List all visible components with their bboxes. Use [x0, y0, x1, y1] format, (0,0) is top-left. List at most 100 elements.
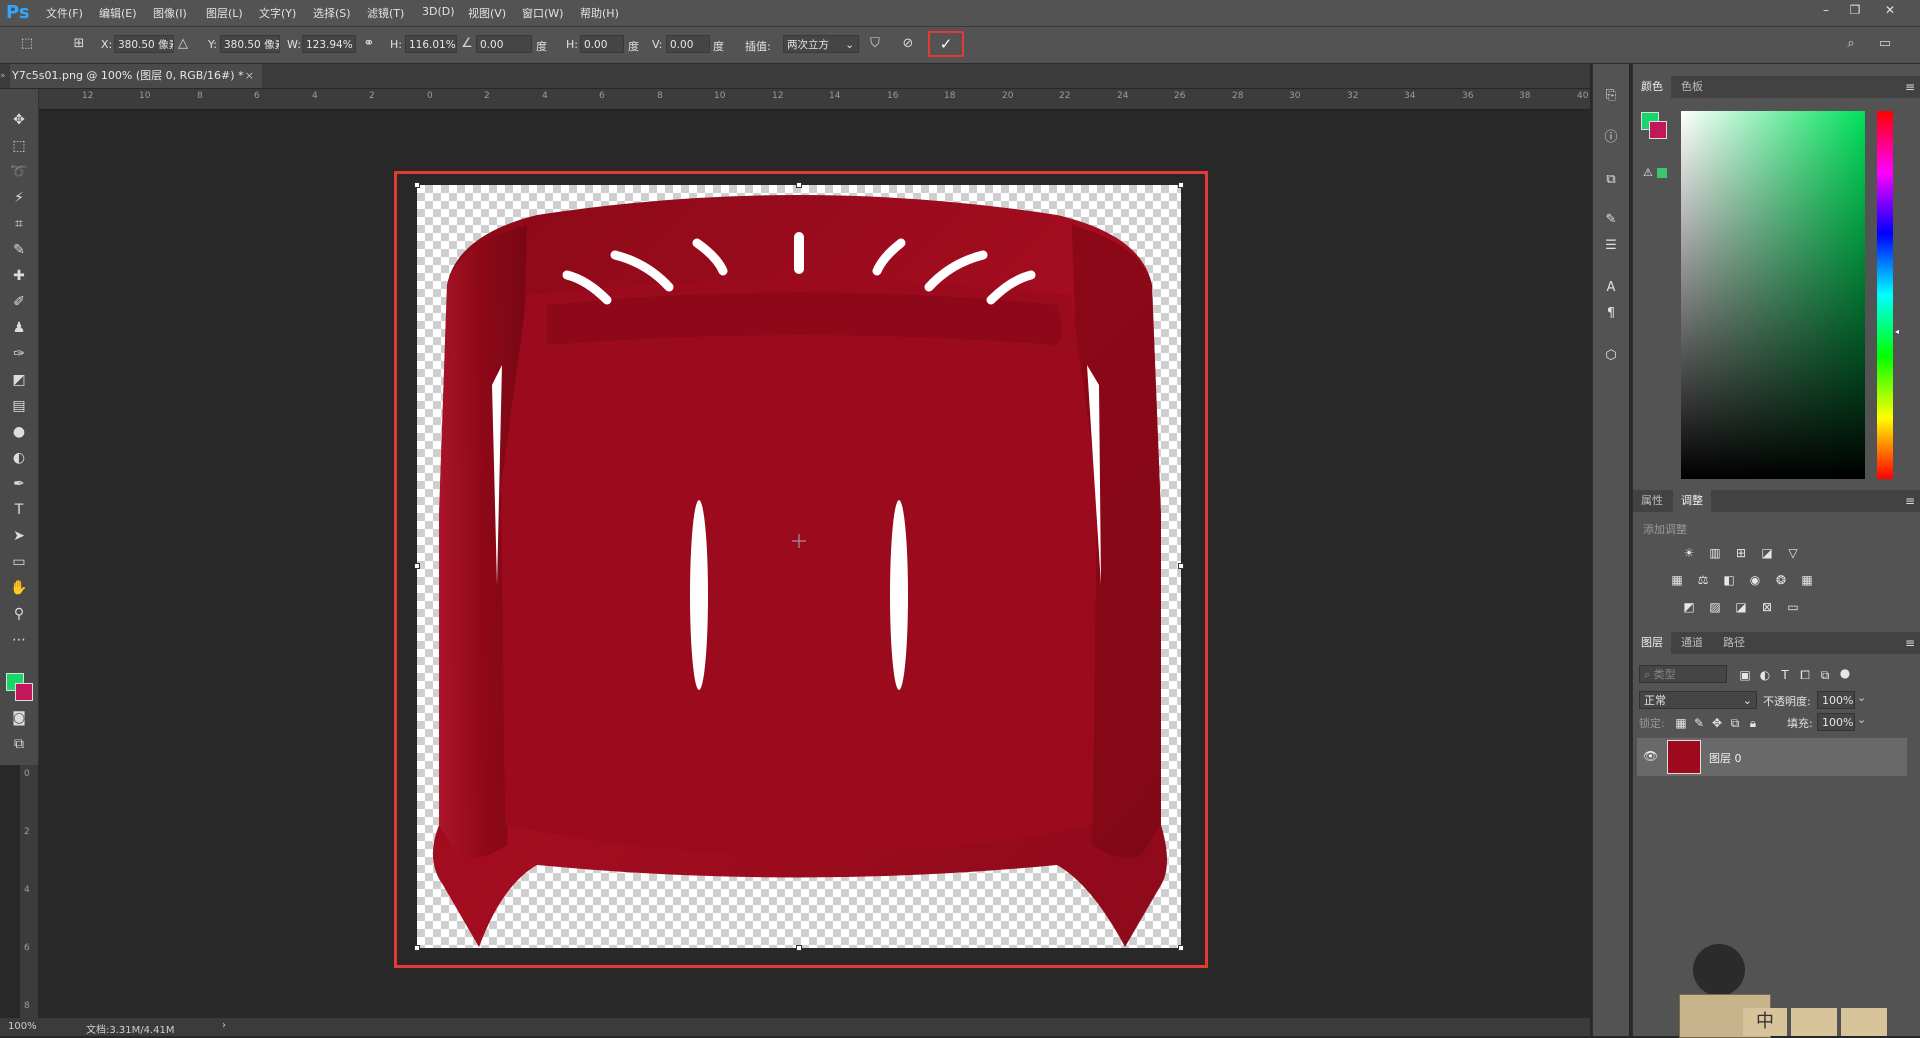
screen-mode-icon[interactable]: ⧉: [8, 733, 30, 755]
menu-file[interactable]: 文件(F): [46, 5, 83, 21]
status-menu-icon[interactable]: ›: [222, 1020, 226, 1031]
hand-tool-icon[interactable]: ✋: [8, 577, 30, 599]
menu-image[interactable]: 图像(I): [153, 5, 187, 21]
transform-handle-top-left[interactable]: [414, 182, 420, 188]
tab-channels[interactable]: 通道: [1673, 632, 1711, 654]
pen-tool-icon[interactable]: ✒: [8, 473, 30, 495]
blend-mode-select[interactable]: 正常 ⌄: [1639, 691, 1757, 709]
photo-filter-icon[interactable]: ◉: [1747, 573, 1763, 587]
layers-panel-menu-icon[interactable]: ≡: [1905, 636, 1915, 650]
quick-mask-icon[interactable]: ◙: [8, 707, 30, 729]
3d-panel-icon[interactable]: ⬡: [1599, 344, 1623, 368]
invert-icon[interactable]: ◩: [1681, 600, 1697, 614]
lock-image-icon[interactable]: ✎: [1691, 716, 1707, 730]
rectangle-tool-icon[interactable]: ▭: [8, 551, 30, 573]
filter-shape-icon[interactable]: ⧠: [1797, 668, 1813, 682]
filter-adjustment-icon[interactable]: ◐: [1757, 668, 1773, 682]
background-color-swatch[interactable]: [15, 683, 33, 701]
lasso-tool-icon[interactable]: ➰: [8, 161, 30, 183]
gradient-tool-icon[interactable]: ▤: [8, 395, 30, 417]
height-field[interactable]: 116.01%: [405, 35, 457, 53]
adjust-panel-menu-icon[interactable]: ≡: [1905, 494, 1915, 508]
filter-pixel-icon[interactable]: ▣: [1737, 668, 1753, 682]
restore-icon[interactable]: ❐: [1845, 2, 1865, 18]
curves-icon[interactable]: ⊞: [1733, 546, 1749, 560]
tool-presets-icon[interactable]: ☰: [1599, 234, 1623, 258]
exposure-icon[interactable]: ◪: [1759, 546, 1775, 560]
color-panel-background[interactable]: [1649, 121, 1667, 139]
search-icon[interactable]: ⌕: [1842, 35, 1860, 53]
move-tool-icon[interactable]: ✥: [8, 109, 30, 131]
tab-swatches[interactable]: 色板: [1673, 76, 1711, 98]
delta-icon[interactable]: △: [176, 35, 190, 53]
zoom-tool-icon[interactable]: ⚲: [8, 603, 30, 625]
tab-color[interactable]: 颜色: [1633, 76, 1671, 98]
ime-skin-tile[interactable]: [1841, 1008, 1887, 1036]
width-field[interactable]: 123.94%: [302, 35, 356, 53]
reference-point-icon[interactable]: ⊞: [70, 35, 88, 53]
filter-type-icon[interactable]: T: [1777, 668, 1793, 682]
tab-paths[interactable]: 路径: [1715, 632, 1753, 654]
lock-transparent-icon[interactable]: ▦: [1673, 716, 1689, 730]
lock-all-icon[interactable]: 🔒︎: [1745, 716, 1761, 730]
warp-icon[interactable]: ⛉: [866, 35, 884, 53]
workspace-icon[interactable]: ▭: [1876, 35, 1894, 53]
layer-visibility-eye-icon[interactable]: 👁︎: [1643, 749, 1658, 763]
black-white-icon[interactable]: ◧: [1721, 573, 1737, 587]
color-lookup-icon[interactable]: ▦: [1799, 573, 1815, 587]
transform-handle-bottom[interactable]: [796, 945, 802, 951]
more-tools-icon[interactable]: ⋯: [8, 629, 30, 651]
tab-properties[interactable]: 属性: [1633, 490, 1671, 512]
ime-indicator[interactable]: 中: [1743, 1008, 1787, 1036]
layer-name[interactable]: 图层 0: [1709, 750, 1742, 766]
layer-filter-select[interactable]: ⌕ 类型: [1639, 665, 1727, 683]
filter-toggle-icon[interactable]: ●: [1837, 666, 1853, 680]
h-skew-field[interactable]: 0.00: [580, 35, 624, 53]
fill-field[interactable]: 100%: [1817, 713, 1855, 731]
dodge-tool-icon[interactable]: ◐: [8, 447, 30, 469]
menu-layer[interactable]: 图层(L): [206, 5, 243, 21]
info-panel-icon[interactable]: ⓘ: [1599, 126, 1623, 150]
menu-edit[interactable]: 编辑(E): [99, 5, 137, 21]
opacity-field[interactable]: 100%: [1817, 691, 1855, 709]
ime-settings-tile[interactable]: [1791, 1008, 1837, 1036]
hue-slider-pointer-icon[interactable]: ◂: [1895, 327, 1899, 336]
fill-chevron-icon[interactable]: ⌄: [1857, 713, 1866, 726]
tab-layers[interactable]: 图层: [1633, 632, 1671, 654]
tab-adjustments[interactable]: 调整: [1673, 490, 1711, 512]
menu-help[interactable]: 帮助(H): [580, 5, 619, 21]
opacity-chevron-icon[interactable]: ⌄: [1857, 691, 1866, 704]
marquee-tool-icon[interactable]: ⬚: [8, 135, 30, 157]
color-balance-icon[interactable]: ⚖: [1695, 573, 1711, 587]
crop-tool-icon[interactable]: ⌗: [8, 213, 30, 235]
menu-view[interactable]: 视图(V): [468, 5, 506, 21]
transform-handle-right[interactable]: [1178, 563, 1184, 569]
document-canvas[interactable]: [414, 182, 1184, 951]
interpolation-select[interactable]: 两次立方 ⌄: [783, 35, 859, 53]
commit-transform-button[interactable]: ✓: [928, 31, 964, 57]
clone-source-icon[interactable]: ⧉: [1599, 168, 1623, 192]
layer-row[interactable]: 👁︎ 图层 0: [1637, 738, 1907, 776]
transform-handle-top[interactable]: [796, 182, 802, 188]
link-icon[interactable]: ⚭: [360, 35, 378, 53]
filter-smart-object-icon[interactable]: ⧉: [1817, 668, 1833, 682]
character-panel-icon[interactable]: A: [1599, 276, 1623, 300]
transform-handle-bottom-right[interactable]: [1178, 945, 1184, 951]
paragraph-panel-icon[interactable]: ¶: [1599, 302, 1623, 326]
cancel-transform-icon[interactable]: ⊘: [899, 35, 917, 53]
transform-handle-left[interactable]: [414, 563, 420, 569]
eyedropper-tool-icon[interactable]: ✎: [8, 239, 30, 261]
lock-position-icon[interactable]: ✥: [1709, 716, 1725, 730]
menu-window[interactable]: 窗口(W): [522, 5, 563, 21]
gradient-map-icon[interactable]: ▭: [1785, 600, 1801, 614]
path-select-icon[interactable]: ➤: [8, 525, 30, 547]
stamp-tool-icon[interactable]: ♟: [8, 317, 30, 339]
transform-handle-top-right[interactable]: [1178, 182, 1184, 188]
healing-tool-icon[interactable]: ✚: [8, 265, 30, 287]
minimize-icon[interactable]: –: [1816, 2, 1836, 18]
posterize-icon[interactable]: ▨: [1707, 600, 1723, 614]
toolbar-collapse-icon[interactable]: »: [0, 64, 10, 88]
hue-slider[interactable]: [1877, 111, 1893, 479]
angle-field[interactable]: 0.00: [476, 35, 532, 53]
tab-close-icon[interactable]: ×: [245, 64, 254, 88]
